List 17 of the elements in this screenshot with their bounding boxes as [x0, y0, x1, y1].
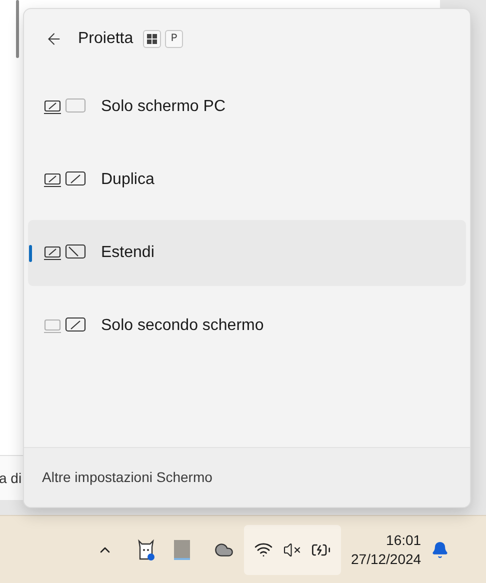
- display-mode-option[interactable]: Estendi: [28, 220, 466, 286]
- flyout-title: Proietta: [78, 29, 134, 49]
- display-mode-icon: [43, 98, 87, 116]
- shortcut-key: P: [165, 30, 184, 48]
- display-mode-option[interactable]: Duplica: [28, 147, 466, 213]
- selection-indicator: [29, 245, 32, 262]
- display-mode-option[interactable]: Solo schermo PC: [28, 74, 466, 140]
- display-mode-option[interactable]: Solo secondo schermo: [28, 293, 466, 359]
- display-mode-icon: [43, 317, 87, 335]
- bell-icon[interactable]: [431, 540, 450, 558]
- muted-speaker-icon: [283, 540, 301, 558]
- display-mode-icon: [43, 171, 87, 189]
- windows-key-icon: [143, 30, 162, 48]
- display-settings-link[interactable]: Altre impostazioni Schermo: [42, 467, 212, 488]
- display-mode-icon: [43, 244, 87, 262]
- quick-settings-button[interactable]: [244, 524, 341, 574]
- clock-button[interactable]: 16:01 27/12/2024: [351, 530, 422, 568]
